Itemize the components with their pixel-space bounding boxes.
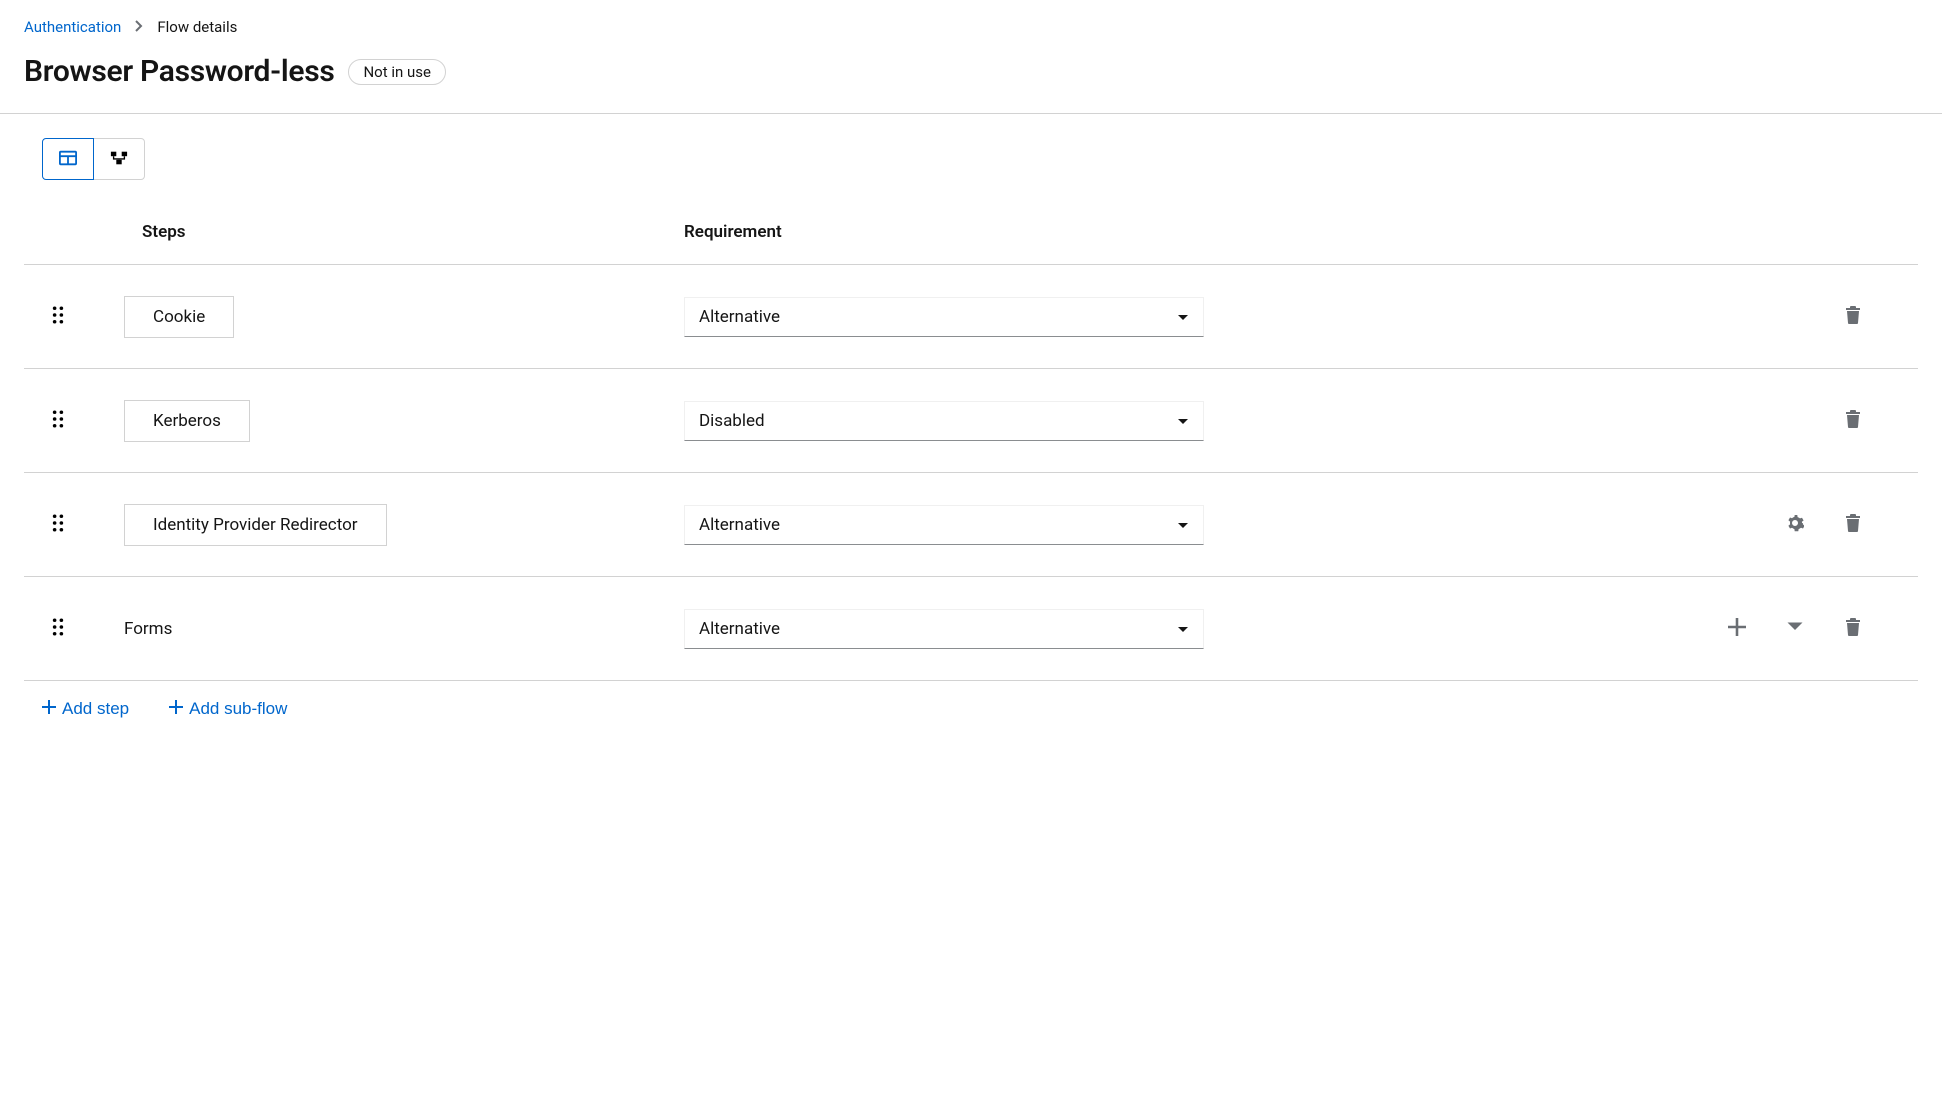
- settings-button[interactable]: [1780, 508, 1810, 541]
- step-cell: Cookie: [84, 296, 684, 338]
- step-label: Forms: [124, 619, 172, 639]
- add-step-label: Add step: [62, 699, 129, 719]
- breadcrumb-current: Flow details: [157, 18, 237, 36]
- add-subflow-button[interactable]: Add sub-flow: [169, 699, 287, 719]
- breadcrumb: Authentication Flow details: [24, 18, 1918, 36]
- actions-cell: [1244, 404, 1918, 437]
- step-cell: Identity Provider Redirector: [84, 504, 684, 546]
- chevron-down-icon: [1177, 307, 1189, 327]
- drag-icon: [52, 514, 64, 536]
- step-label: Kerberos: [124, 400, 250, 442]
- table-icon: [59, 149, 77, 170]
- gear-icon: [1786, 514, 1804, 535]
- delete-button[interactable]: [1838, 404, 1868, 437]
- delete-icon: [1844, 618, 1862, 639]
- diagram-icon: [110, 149, 128, 170]
- chevron-down-icon: [1177, 619, 1189, 639]
- delete-icon: [1844, 410, 1862, 431]
- actions-cell: [1244, 612, 1918, 645]
- add-subflow-label: Add sub-flow: [189, 699, 287, 719]
- requirement-select[interactable]: Disabled: [684, 401, 1204, 441]
- view-toggle: [42, 138, 145, 180]
- drag-icon: [52, 618, 64, 640]
- breadcrumb-root-link[interactable]: Authentication: [24, 18, 121, 36]
- delete-icon: [1844, 514, 1862, 535]
- drag-handle[interactable]: [24, 306, 84, 328]
- add-button[interactable]: [1722, 612, 1752, 645]
- dropdown-button[interactable]: [1780, 612, 1810, 645]
- status-badge: Not in use: [348, 59, 446, 85]
- step-label: Cookie: [124, 296, 234, 338]
- delete-button[interactable]: [1838, 300, 1868, 333]
- table-row: Cookie Alternative: [24, 265, 1918, 369]
- requirement-select[interactable]: Alternative: [684, 609, 1204, 649]
- page-title: Browser Password-less: [24, 54, 334, 89]
- drag-icon: [52, 410, 64, 432]
- delete-icon: [1844, 306, 1862, 327]
- plus-icon: [1728, 618, 1746, 639]
- chevron-right-icon: [135, 20, 143, 35]
- step-cell: Kerberos: [84, 400, 684, 442]
- delete-button[interactable]: [1838, 508, 1868, 541]
- delete-button[interactable]: [1838, 612, 1868, 645]
- requirement-value: Alternative: [699, 515, 780, 535]
- column-requirement: Requirement: [684, 222, 1244, 242]
- requirement-value: Disabled: [699, 411, 765, 431]
- drag-handle[interactable]: [24, 410, 84, 432]
- drag-handle[interactable]: [24, 514, 84, 536]
- drag-icon: [52, 306, 64, 328]
- requirement-value: Alternative: [699, 307, 780, 327]
- steps-table: Steps Requirement Cookie Alternative Kerbe…: [24, 200, 1918, 681]
- chevron-down-icon: [1177, 411, 1189, 431]
- column-steps: Steps: [84, 222, 684, 242]
- actions-cell: [1244, 508, 1918, 541]
- plus-icon: [42, 699, 56, 719]
- table-header: Steps Requirement: [24, 200, 1918, 265]
- diagram-view-button[interactable]: [93, 138, 145, 180]
- step-label: Identity Provider Redirector: [124, 504, 387, 546]
- step-cell: Forms: [84, 619, 684, 639]
- chevron-down-icon: [1177, 515, 1189, 535]
- drag-handle[interactable]: [24, 618, 84, 640]
- add-step-button[interactable]: Add step: [42, 699, 129, 719]
- table-row: Identity Provider Redirector Alternative: [24, 473, 1918, 577]
- table-row: Forms Alternative: [24, 577, 1918, 681]
- table-row: Kerberos Disabled: [24, 369, 1918, 473]
- plus-icon: [169, 699, 183, 719]
- requirement-select[interactable]: Alternative: [684, 297, 1204, 337]
- table-view-button[interactable]: [42, 138, 94, 180]
- chevron-down-icon: [1786, 618, 1804, 639]
- requirement-select[interactable]: Alternative: [684, 505, 1204, 545]
- actions-cell: [1244, 300, 1918, 333]
- requirement-value: Alternative: [699, 619, 780, 639]
